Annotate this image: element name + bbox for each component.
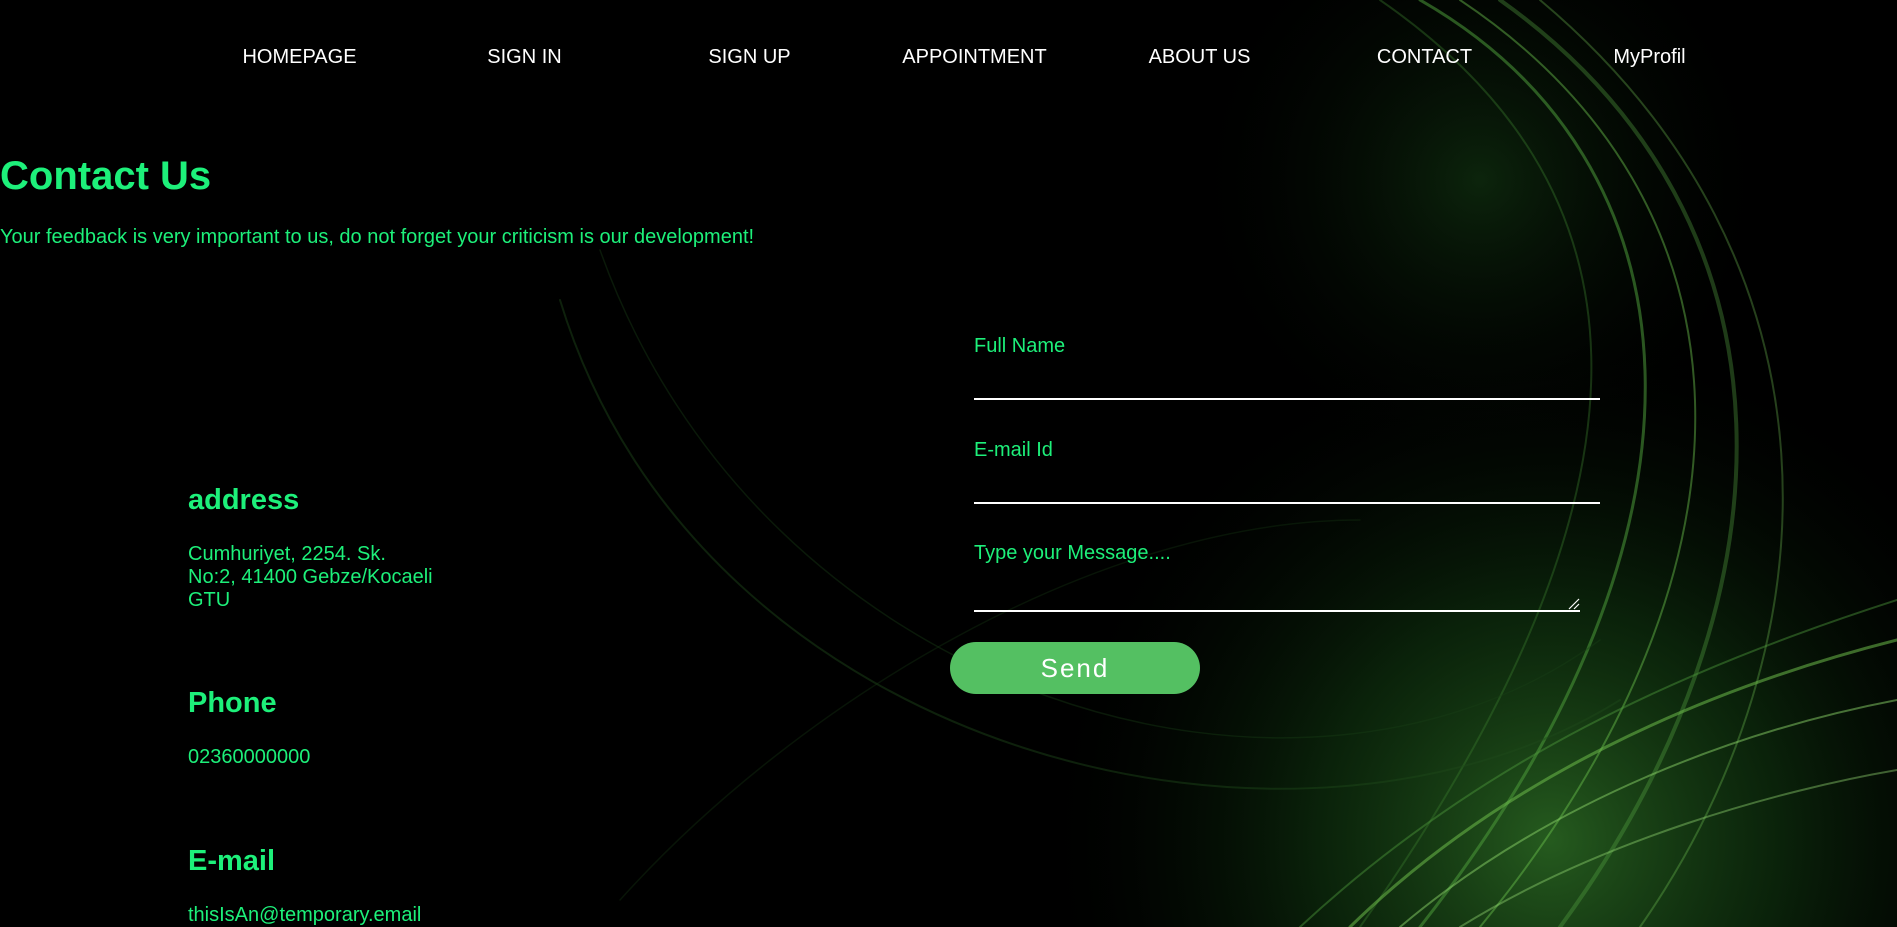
message-textarea[interactable] [974,570,1578,602]
full-name-input[interactable] [974,362,1604,394]
nav-appointment-link[interactable]: APPOINTMENT [862,46,1087,69]
email-label: E-mail Id [974,439,1053,461]
email-value: thisIsAn@temporary.email [188,904,422,926]
nav-about-us-link[interactable]: ABOUT US [1087,46,1312,69]
full-name-label: Full Name [974,335,1066,357]
send-button[interactable]: Send [950,642,1200,694]
address-line-2: No:2, 41400 Gebze/Kocaeli [188,566,433,588]
phone-value: 02360000000 [188,746,311,768]
address-title: address [188,484,300,516]
full-name-underline [974,398,1600,400]
email-underline [974,502,1600,504]
contact-page: HOMEPAGE SIGN IN SIGN UP APPOINTMENT ABO… [0,0,1897,927]
email-title: E-mail [188,845,276,877]
message-label: Type your Message.... [974,542,1171,564]
nav-sign-up-link[interactable]: SIGN UP [637,46,862,69]
nav-homepage-link[interactable]: HOMEPAGE [187,46,412,69]
contact-form: Full Name E-mail Id Type your Message...… [950,320,1610,700]
phone-title: Phone [188,687,277,719]
address-line-3: GTU [188,589,231,611]
nav-my-profile-link[interactable]: MyProfil [1537,46,1762,69]
top-navigation: HOMEPAGE SIGN IN SIGN UP APPOINTMENT ABO… [0,0,1897,118]
page-subtitle: Your feedback is very important to us, d… [0,226,755,248]
green-swirl-background [0,0,1897,927]
page-title: Contact Us [0,154,212,198]
nav-sign-in-link[interactable]: SIGN IN [412,46,637,69]
nav-contact-link[interactable]: CONTACT [1312,46,1537,69]
email-input[interactable] [974,466,1604,498]
address-line-1: Cumhuriyet, 2254. Sk. [188,543,386,565]
resize-handle-icon[interactable] [1566,596,1580,610]
message-underline [974,610,1580,612]
